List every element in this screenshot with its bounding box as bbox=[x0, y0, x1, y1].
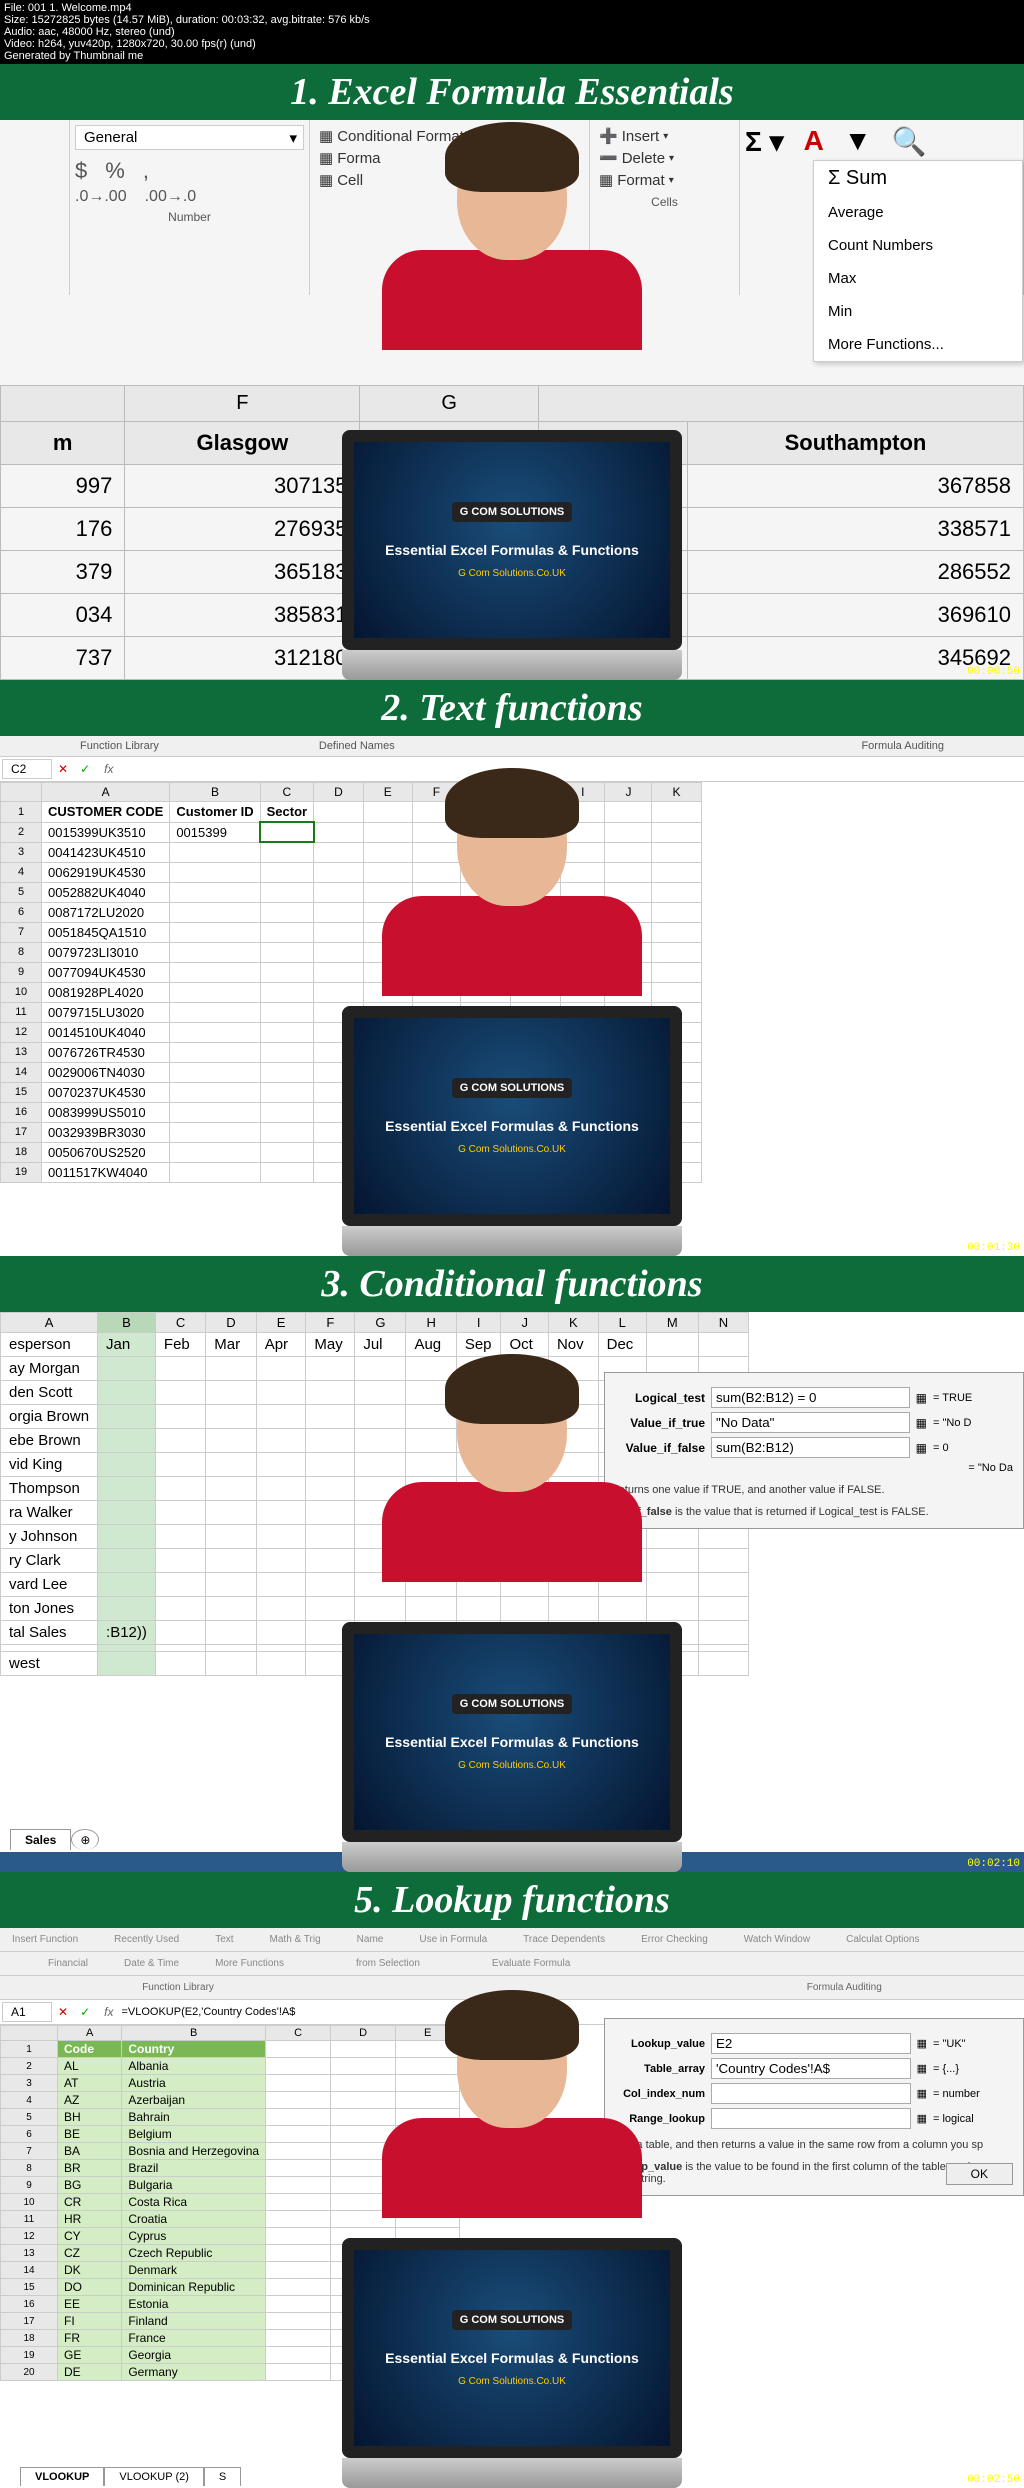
name-box-5[interactable]: A1 bbox=[2, 2002, 52, 2022]
font-color-icon[interactable]: A bbox=[804, 125, 824, 158]
ok-button[interactable]: OK bbox=[946, 2163, 1013, 2185]
laptop-graphic-5: G COM SOLUTIONS Essential Excel Formulas… bbox=[342, 2238, 682, 2488]
formula-input[interactable]: =VLOOKUP(E2,'Country Codes'!A$ bbox=[121, 2006, 295, 2018]
defined-names-tab: Defined Names bbox=[239, 736, 475, 756]
sales-sheet-tab[interactable]: Sales bbox=[10, 1829, 71, 1850]
panel-3: ABCDEFGHIJKLMNespersonJanFebMarAprMayJul… bbox=[0, 1312, 1024, 1872]
file-meta: File: 001 1. Welcome.mp4 Size: 15272825 … bbox=[0, 0, 1024, 64]
range-picker-icon[interactable]: ▦ bbox=[917, 2087, 927, 2100]
range-lookup-input[interactable] bbox=[711, 2108, 911, 2129]
fx-icon[interactable]: fx bbox=[96, 2005, 121, 2019]
add-sheet-button[interactable]: ⊕ bbox=[71, 1829, 99, 1850]
number-format-dropdown[interactable]: General bbox=[75, 125, 304, 150]
range-picker-icon[interactable]: ▦ bbox=[917, 2062, 927, 2075]
logical-test-input[interactable] bbox=[711, 1387, 910, 1408]
timestamp-5: 00:02:50 bbox=[967, 2474, 1020, 2486]
enter-icon[interactable]: ✓ bbox=[74, 2005, 96, 2019]
fx-icon[interactable]: fx bbox=[96, 762, 121, 776]
max-item[interactable]: Max bbox=[814, 262, 1022, 295]
decrease-decimal-icon[interactable]: .0→.00 bbox=[75, 188, 127, 206]
section-3-title: 3. Conditional functions bbox=[0, 1256, 1024, 1312]
timestamp-2: 00:01:30 bbox=[967, 1242, 1020, 1254]
vlookup2-tab[interactable]: VLOOKUP (2) bbox=[104, 2467, 204, 2486]
section-1-title: 1. Excel Formula Essentials bbox=[0, 64, 1024, 120]
number-group-label: Number bbox=[75, 210, 304, 224]
table-array-input[interactable] bbox=[711, 2058, 911, 2079]
cancel-icon[interactable]: ✕ bbox=[52, 762, 74, 776]
col-index-input[interactable] bbox=[711, 2083, 911, 2104]
range-picker-icon[interactable]: ▦ bbox=[916, 1441, 927, 1455]
currency-icon[interactable]: $ bbox=[75, 158, 87, 184]
laptop-graphic-2: G COM SOLUTIONS Essential Excel Formulas… bbox=[342, 1006, 682, 1256]
formula-auditing-tab: Formula Auditing bbox=[781, 736, 1024, 756]
timestamp-1: 00:00:50 bbox=[967, 666, 1020, 678]
laptop-graphic-3: G COM SOLUTIONS Essential Excel Formulas… bbox=[342, 1622, 682, 1872]
range-picker-icon[interactable]: ▦ bbox=[917, 2112, 927, 2125]
value-if-true-input[interactable] bbox=[711, 1412, 910, 1433]
comma-icon[interactable]: , bbox=[143, 158, 149, 184]
name-box[interactable]: C2 bbox=[2, 759, 52, 779]
timestamp-3: 00:02:10 bbox=[967, 1858, 1020, 1870]
range-picker-icon[interactable]: ▦ bbox=[916, 1391, 927, 1405]
section-5-title: 5. Lookup functions bbox=[0, 1872, 1024, 1928]
vlookup-tab[interactable]: VLOOKUP bbox=[20, 2467, 104, 2486]
autosum-menu: Σ Sum Average Count Numbers Max Min More… bbox=[813, 160, 1023, 362]
laptop-graphic: G COM SOLUTIONS Essential Excel Formulas… bbox=[342, 430, 682, 680]
increase-decimal-icon[interactable]: .00→.0 bbox=[145, 188, 197, 206]
function-library-tab: Function Library bbox=[0, 736, 239, 756]
vlookup-arguments-dialog[interactable]: Lookup_value▦= "UK" Table_array▦= {...} … bbox=[604, 2018, 1024, 2196]
panel-1: General $ % , .0→.00 .00→.0 Number ▦Cond… bbox=[0, 120, 1024, 680]
more-functions-item[interactable]: More Functions... bbox=[814, 328, 1022, 361]
find-icon[interactable]: 🔍 bbox=[892, 125, 927, 158]
percent-icon[interactable]: % bbox=[105, 158, 125, 184]
range-picker-icon[interactable]: ▦ bbox=[916, 1416, 927, 1430]
range-picker-icon[interactable]: ▦ bbox=[917, 2037, 927, 2050]
autosum-icon[interactable]: Σ ▾ bbox=[745, 125, 784, 158]
cancel-icon[interactable]: ✕ bbox=[52, 2005, 74, 2019]
sum-item[interactable]: Sum bbox=[846, 167, 887, 189]
average-item[interactable]: Average bbox=[814, 196, 1022, 229]
lookup-value-input[interactable] bbox=[711, 2033, 911, 2054]
count-item[interactable]: Count Numbers bbox=[814, 229, 1022, 262]
tab-s[interactable]: S bbox=[204, 2467, 241, 2486]
function-arguments-dialog[interactable]: Logical_test▦= TRUE Value_if_true▦= "No … bbox=[604, 1372, 1024, 1529]
value-if-false-input[interactable] bbox=[711, 1437, 910, 1458]
min-item[interactable]: Min bbox=[814, 295, 1022, 328]
section-2-title: 2. Text functions bbox=[0, 680, 1024, 736]
panel-5: Insert FunctionRecently UsedTextMath & T… bbox=[0, 1928, 1024, 2488]
filter-icon[interactable]: ▼ bbox=[844, 125, 872, 158]
enter-icon[interactable]: ✓ bbox=[74, 762, 96, 776]
panel-2: Function Library Defined Names Formula A… bbox=[0, 736, 1024, 1256]
